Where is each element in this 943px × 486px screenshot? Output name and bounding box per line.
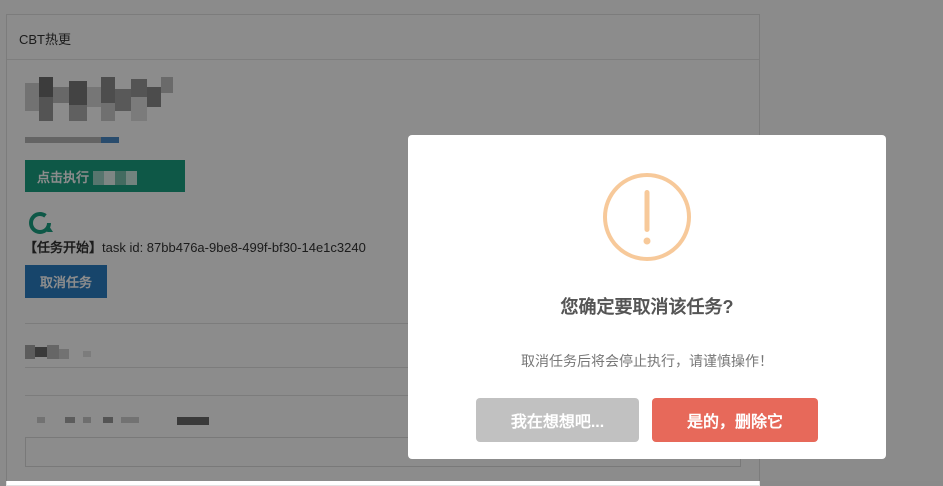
dialog-cancel-button[interactable]: 我在想想吧...	[476, 398, 639, 442]
warning-icon	[603, 173, 691, 261]
dialog-message: 取消任务后将会停止执行，请谨慎操作！	[521, 353, 773, 369]
dialog-confirm-button[interactable]: 是的，删除它	[652, 398, 818, 442]
confirm-dialog: 您确定要取消该任务? 取消任务后将会停止执行，请谨慎操作！ 我在想想吧... 是…	[408, 135, 886, 459]
dialog-title: 您确定要取消该任务?	[560, 297, 734, 317]
